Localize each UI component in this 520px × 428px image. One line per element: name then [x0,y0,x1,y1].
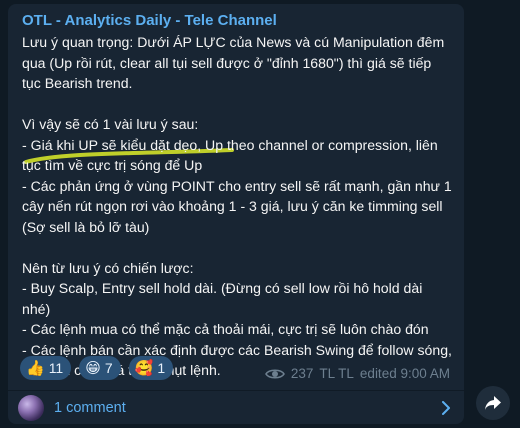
reaction-thumbs-up[interactable]: 👍 11 [20,356,72,380]
channel-name[interactable]: OTL - Analytics Daily - Tele Channel [22,12,277,29]
message-line: - Buy Scalp, Entry sell hold dài. (Đừng … [22,280,423,296]
reaction-grin[interactable]: 😁 7 [79,356,121,380]
message-text: Lưu ý quan trọng: Dưới ÁP LỰC của News v… [22,32,462,381]
post-meta: 237 TL TL edited 9:00 AM [264,366,450,381]
message-line: nhé) [22,300,51,317]
comments-button[interactable]: 1 comment [8,391,464,424]
channel-post-bubble: OTL - Analytics Daily - Tele Channel Lưu… [8,4,464,424]
message-line: cây nến rút ngọn rơi vào khoảng 1 - 3 gi… [22,198,443,214]
grin-emoji: 😁 [85,359,101,377]
message-line: Vì vậy sẽ có 1 vài lưu ý sau: [22,116,199,132]
message-line: - Giá khi UP sẽ kiểu dặt dẹo, Up theo ch… [22,136,438,153]
message-line-highlighted: tục tìm về cực trị sóng để Up [22,157,203,173]
chevron-right-icon [442,401,450,415]
reaction-count: 11 [48,360,64,376]
reaction-count: 7 [104,360,113,376]
eye-icon [264,368,285,379]
chat-area: OTL - Analytics Daily - Tele Channel Lưu… [0,0,520,428]
message-line: (Sợ sell là bỏ lỡ tàu) [22,218,150,235]
smiling-face-with-hearts-emoji: 🥰 [134,359,154,377]
share-arrow-icon [485,396,501,410]
view-count: 237 [290,366,314,381]
comment-count-label: 1 comment [54,400,126,416]
avatar [18,395,44,421]
message-line: Lưu ý quan trọng: Dưới ÁP LỰC của News v… [22,34,445,50]
post-author: TL TL [319,366,354,381]
message-line: - Các phản ứng ở vùng POINT cho entry se… [22,177,452,194]
message-line: qua (Up rồi rút, clear all tụi sell được… [22,54,432,71]
reaction-count: 1 [157,360,166,376]
reaction-heart-face[interactable]: 🥰 1 [128,356,174,380]
edited-time: edited 9:00 AM [359,366,450,381]
message-line: - Các lệnh mua có thể mặc cả thoải mái, … [22,321,429,337]
message-line: Nên từ lưu ý có chiến lược: [22,259,194,276]
share-button[interactable] [476,386,510,420]
message-line: tục Bearish trend. [22,75,133,91]
thumbs-up-emoji: 👍 [26,359,45,377]
reactions-bar: 👍 11 😁 7 🥰 1 [20,356,174,380]
